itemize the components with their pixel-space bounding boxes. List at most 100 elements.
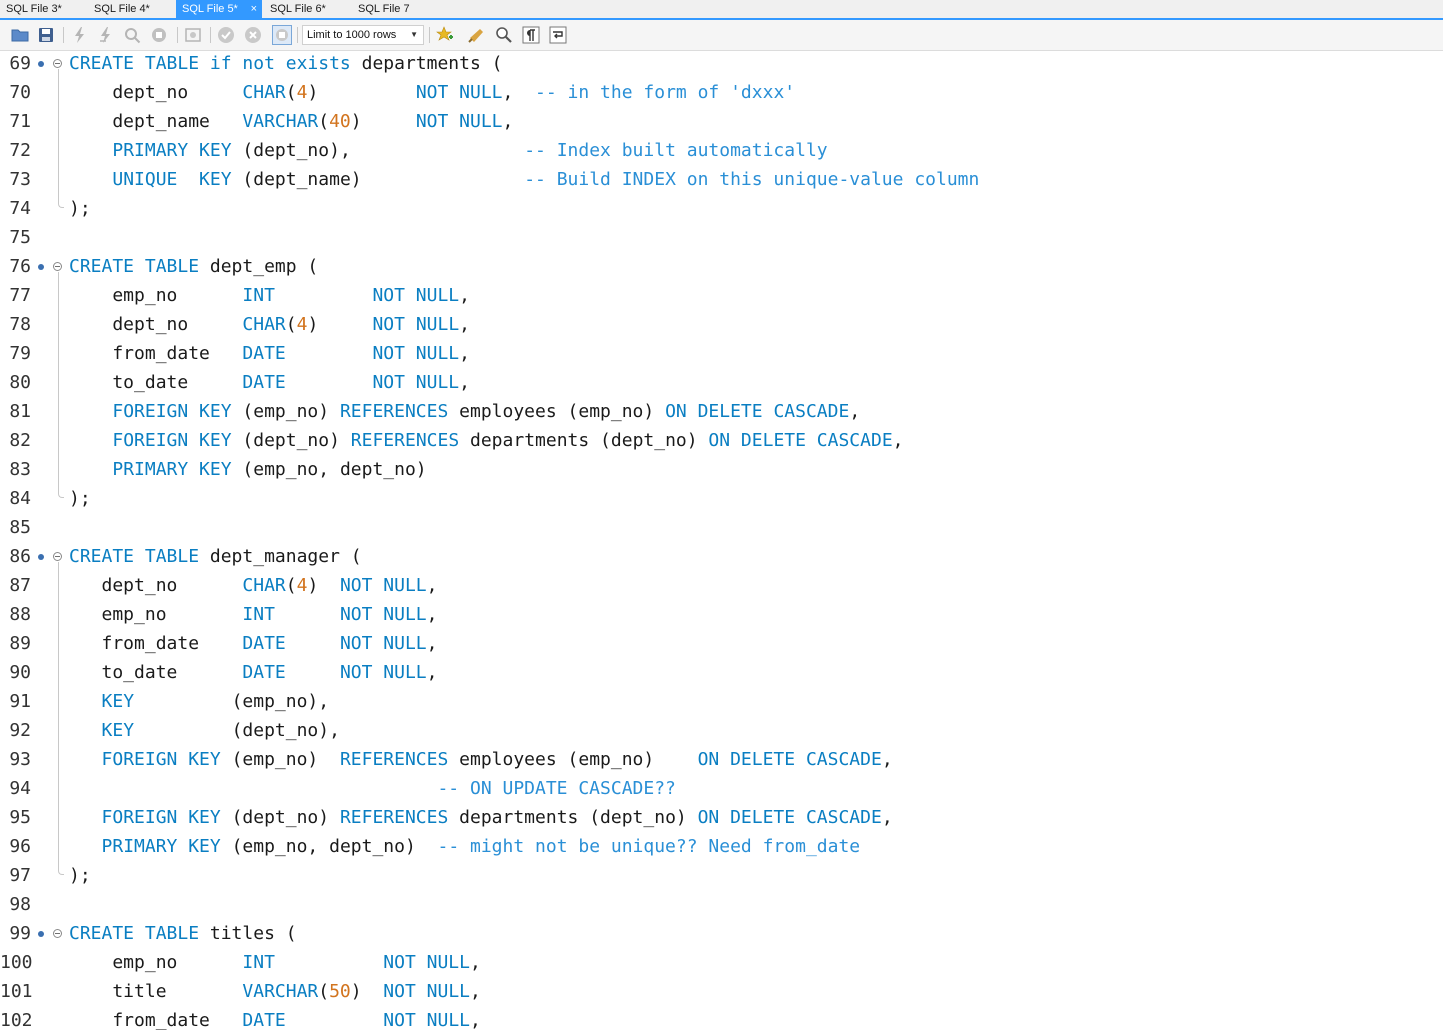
fold-toggle-icon[interactable]: [53, 929, 62, 938]
sql-keyword: PRIMARY KEY: [112, 459, 232, 480]
beautify-icon[interactable]: [468, 26, 486, 44]
code-line[interactable]: 98: [0, 892, 1443, 921]
code-line[interactable]: 70 dept_no CHAR(4) NOT NULL, -- in the f…: [0, 80, 1443, 109]
tab-sql-file-7[interactable]: SQL File 7: [352, 0, 440, 18]
execute-current-icon[interactable]: [97, 26, 115, 44]
open-folder-icon[interactable]: [11, 26, 29, 44]
tab-sql-file-3[interactable]: SQL File 3*: [0, 0, 88, 18]
sql-editor-toolbar: Limit to 1000 rows ▼: [0, 20, 1443, 51]
code-content: emp_no INT NOT NULL,: [69, 950, 480, 979]
code-line[interactable]: 90 to_date DATE NOT NULL,: [0, 660, 1443, 689]
code-line[interactable]: 89 from_date DATE NOT NULL,: [0, 631, 1443, 660]
execute-icon[interactable]: [71, 26, 89, 44]
code-text: ,: [502, 82, 536, 103]
tab-sql-file-4[interactable]: SQL File 4*: [88, 0, 176, 18]
tab-label: SQL File 7: [358, 3, 410, 15]
stop-icon[interactable]: [150, 26, 168, 44]
code-line[interactable]: 93 FOREIGN KEY (emp_no) REFERENCES emplo…: [0, 747, 1443, 776]
code-line[interactable]: 75: [0, 225, 1443, 254]
sql-keyword: NOT NULL: [372, 372, 460, 393]
explain-icon[interactable]: [123, 26, 141, 44]
code-line[interactable]: 80 to_date DATE NOT NULL,: [0, 370, 1443, 399]
numeric-literal: 50: [329, 981, 351, 1002]
tab-sql-file-5[interactable]: SQL File 5* ×: [176, 0, 262, 20]
line-number: 91: [9, 691, 31, 712]
code-line[interactable]: 94 -- ON UPDATE CASCADE??: [0, 776, 1443, 805]
sql-keyword: UNIQUE KEY: [112, 169, 232, 190]
code-line[interactable]: 86 CREATE TABLE dept_manager (: [0, 544, 1443, 573]
save-icon[interactable]: [37, 26, 55, 44]
code-line[interactable]: 101 title VARCHAR(50) NOT NULL,: [0, 979, 1443, 1008]
sql-keyword: VARCHAR: [242, 981, 319, 1002]
code-line[interactable]: 71 dept_name VARCHAR(40) NOT NULL,: [0, 109, 1443, 138]
code-line[interactable]: 83 PRIMARY KEY (emp_no, dept_no): [0, 457, 1443, 486]
tab-sql-file-6[interactable]: SQL File 6*: [264, 0, 352, 18]
code-content: from_date DATE NOT NULL,: [69, 341, 470, 370]
code-text: ,: [881, 749, 893, 770]
code-text: dept_manager (: [199, 546, 362, 567]
code-line[interactable]: 81 FOREIGN KEY (emp_no) REFERENCES emplo…: [0, 399, 1443, 428]
code-line[interactable]: 92 KEY (dept_no),: [0, 718, 1443, 747]
code-text: departments (dept_no): [459, 430, 709, 451]
code-line[interactable]: 74);: [0, 196, 1443, 225]
code-text: ): [307, 314, 373, 335]
code-line[interactable]: 72 PRIMARY KEY (dept_no), -- Index built…: [0, 138, 1443, 167]
line-number: 88: [9, 604, 31, 625]
code-line[interactable]: 102 from_date DATE NOT NULL,: [0, 1008, 1443, 1030]
fold-toggle-icon[interactable]: [53, 59, 62, 68]
toggle-output-icon[interactable]: [184, 26, 202, 44]
code-line[interactable]: 88 emp_no INT NOT NULL,: [0, 602, 1443, 631]
code-text: ,: [426, 633, 438, 654]
code-text: (: [318, 981, 330, 1002]
sql-comment: -- Build INDEX on this unique-value colu…: [524, 169, 980, 190]
code-line[interactable]: 79 from_date DATE NOT NULL,: [0, 341, 1443, 370]
code-line[interactable]: 91 KEY (emp_no),: [0, 689, 1443, 718]
commit-icon[interactable]: [217, 26, 235, 44]
code-line[interactable]: 69 CREATE TABLE if not exists departments…: [0, 51, 1443, 80]
fold-toggle-icon[interactable]: [53, 262, 62, 271]
limit-rows-value: Limit to 1000 rows: [307, 29, 397, 41]
code-text: employees (emp_no): [448, 749, 698, 770]
code-content: PRIMARY KEY (dept_no), -- Index built au…: [69, 138, 827, 167]
rollback-icon[interactable]: [244, 26, 262, 44]
sql-keyword: NOT NULL: [372, 314, 460, 335]
numeric-literal: 40: [329, 111, 351, 132]
line-number: 85: [9, 517, 31, 538]
code-line[interactable]: 82 FOREIGN KEY (dept_no) REFERENCES depa…: [0, 428, 1443, 457]
fold-toggle-icon[interactable]: [53, 552, 62, 561]
sql-keyword: CHAR: [242, 82, 286, 103]
code-text: to_date: [69, 662, 243, 683]
find-icon[interactable]: [495, 26, 513, 44]
code-line[interactable]: 85: [0, 515, 1443, 544]
code-content: FOREIGN KEY (emp_no) REFERENCES employee…: [69, 747, 893, 776]
favorite-snippet-icon[interactable]: [436, 26, 454, 44]
code-line[interactable]: 97);: [0, 863, 1443, 892]
invisible-chars-icon[interactable]: [522, 26, 540, 44]
code-text: dept_name: [69, 111, 243, 132]
code-line[interactable]: 96 PRIMARY KEY (emp_no, dept_no) -- migh…: [0, 834, 1443, 863]
code-line[interactable]: 99 CREATE TABLE titles (: [0, 921, 1443, 950]
code-line[interactable]: 78 dept_no CHAR(4) NOT NULL,: [0, 312, 1443, 341]
sql-code-editor[interactable]: 69 CREATE TABLE if not exists departments…: [0, 51, 1443, 1030]
close-icon[interactable]: ×: [251, 0, 257, 18]
code-content: emp_no INT NOT NULL,: [69, 602, 438, 631]
code-line[interactable]: 87 dept_no CHAR(4) NOT NULL,: [0, 573, 1443, 602]
code-line[interactable]: 73 UNIQUE KEY (dept_name) -- Build INDEX…: [0, 167, 1443, 196]
code-text: title: [69, 981, 243, 1002]
code-line[interactable]: 95 FOREIGN KEY (dept_no) REFERENCES depa…: [0, 805, 1443, 834]
wrap-lines-icon[interactable]: [549, 26, 567, 44]
code-line[interactable]: 76 CREATE TABLE dept_emp (: [0, 254, 1443, 283]
code-text: ,: [470, 1010, 481, 1030]
numeric-literal: 4: [296, 575, 308, 596]
code-content: PRIMARY KEY (emp_no, dept_no) -- might n…: [69, 834, 861, 863]
limit-rows-select[interactable]: Limit to 1000 rows ▼: [302, 25, 424, 45]
autocommit-icon[interactable]: [272, 25, 292, 45]
code-line[interactable]: 77 emp_no INT NOT NULL,: [0, 283, 1443, 312]
code-line[interactable]: 100 emp_no INT NOT NULL,: [0, 950, 1443, 979]
line-number: 69: [9, 53, 31, 74]
code-line[interactable]: 84);: [0, 486, 1443, 515]
code-text: ): [307, 82, 416, 103]
